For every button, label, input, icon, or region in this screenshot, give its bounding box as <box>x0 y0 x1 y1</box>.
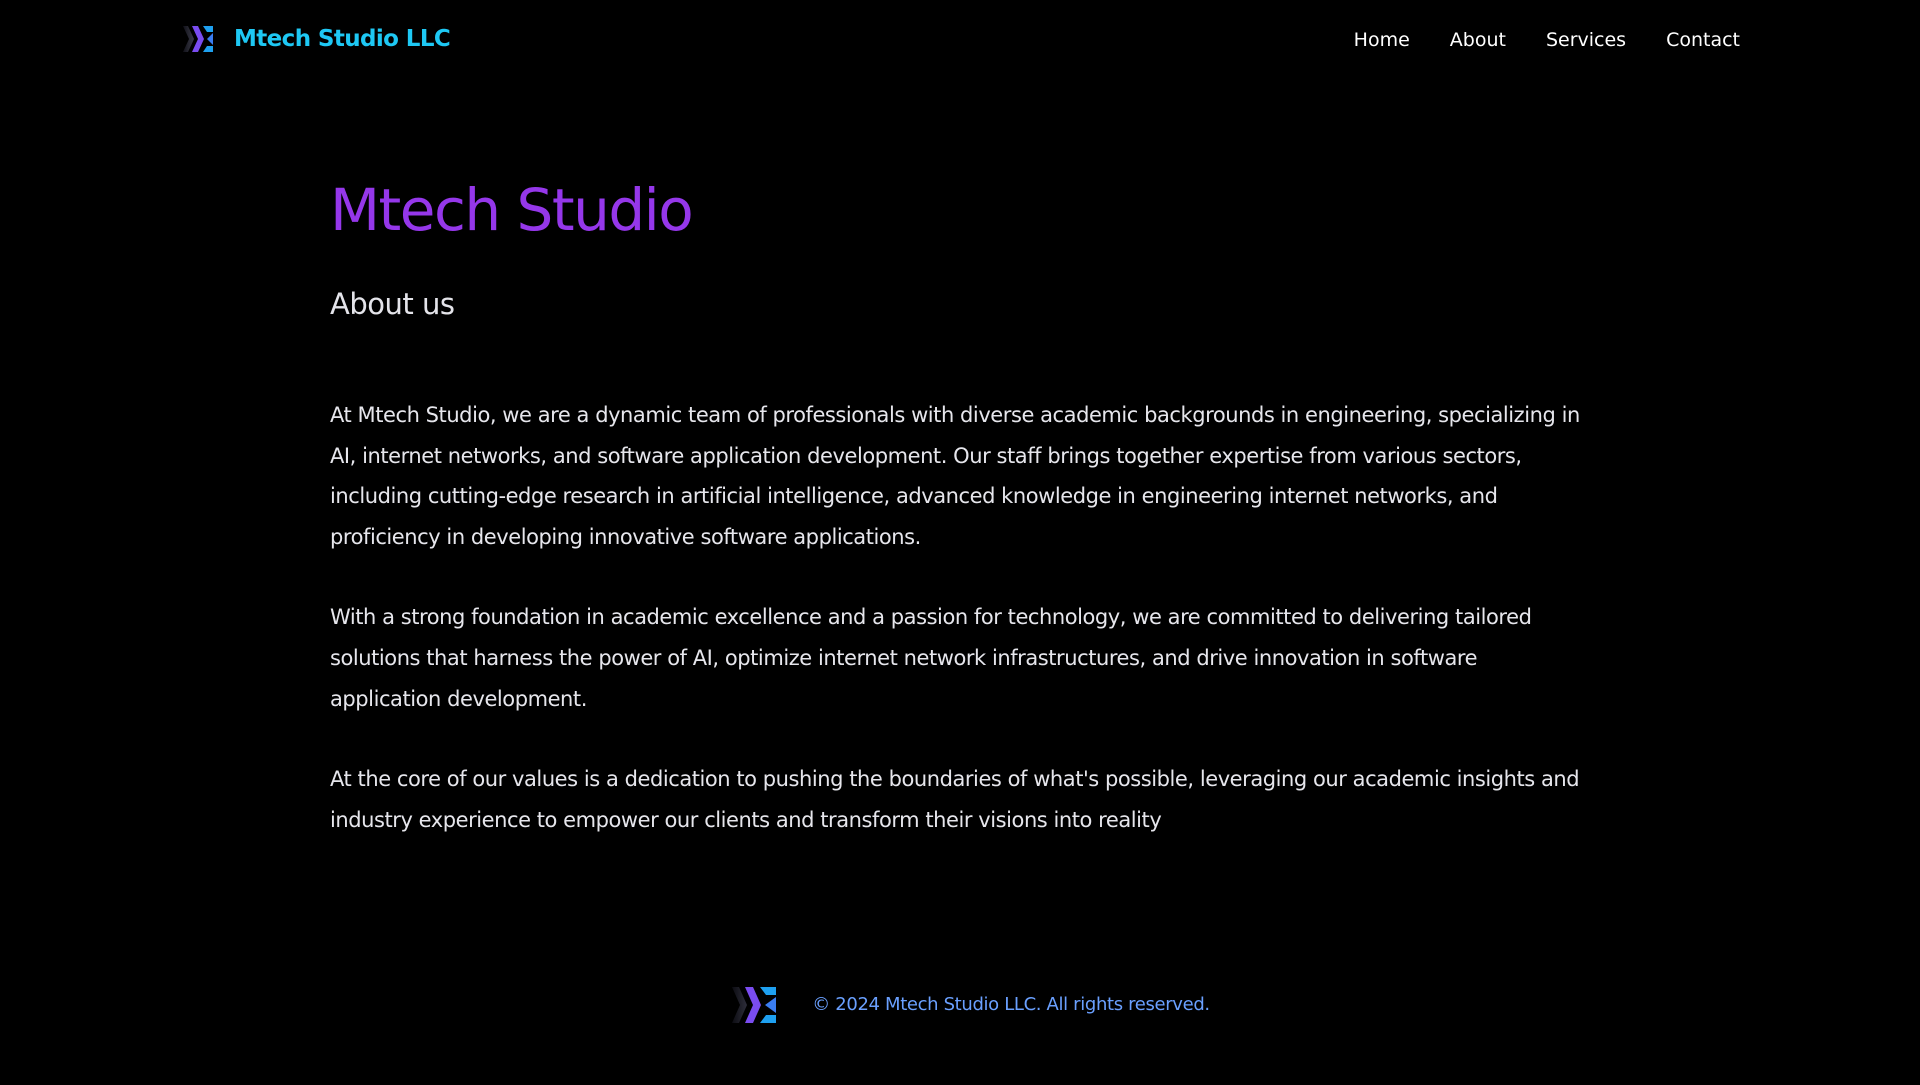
main-nav: Home About Services Contact <box>1354 26 1740 54</box>
brand-link[interactable]: Mtech Studio LLC <box>183 22 451 56</box>
footer-logo-icon <box>732 983 780 1027</box>
site-header: Mtech Studio LLC Home About Services Con… <box>0 0 1920 80</box>
copyright-text: © 2024 Mtech Studio LLC. All rights rese… <box>812 994 1210 1015</box>
mtech-chevron-logo-icon <box>183 22 217 56</box>
about-paragraph-3: At the core of our values is a dedicatio… <box>330 767 1580 832</box>
about-paragraph-1: At Mtech Studio, we are a dynamic team o… <box>330 403 1580 549</box>
page-title: Mtech Studio <box>330 176 694 244</box>
about-paragraph-2: With a strong foundation in academic exc… <box>330 605 1532 711</box>
section-title: About us <box>330 287 455 321</box>
main-content: Mtech Studio About us At Mtech Studio, w… <box>330 168 1590 840</box>
nav-contact-link[interactable]: Contact <box>1666 26 1740 54</box>
footer-content: © 2024 Mtech Studio LLC. All rights rese… <box>732 983 1210 1027</box>
site-footer: © 2024 Mtech Studio LLC. All rights rese… <box>0 980 1920 1030</box>
nav-services-link[interactable]: Services <box>1546 26 1626 54</box>
nav-home-link[interactable]: Home <box>1354 26 1410 54</box>
brand-name: Mtech Studio LLC <box>234 26 451 52</box>
nav-about-link[interactable]: About <box>1450 26 1506 54</box>
page: Mtech Studio LLC Home About Services Con… <box>0 0 1920 1085</box>
